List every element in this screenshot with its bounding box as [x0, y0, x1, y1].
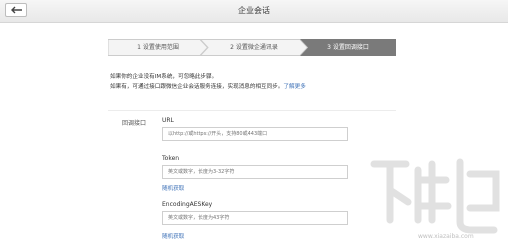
- watermark-logo: www.xiazaiba.com: [368, 150, 504, 244]
- info-line-2-wrap: 如果有，可通过接口跟微信企业会话服务连接，实现消息的相互同步。了解更多: [110, 82, 306, 92]
- info-text: 如果你的企业没有IM系统，可忽略此步骤。 如果有，可通过接口跟微信企业会话服务连…: [110, 72, 306, 92]
- divider: [108, 110, 396, 111]
- aeskey-random-link[interactable]: 随机获取: [162, 232, 184, 240]
- url-input[interactable]: [162, 127, 348, 141]
- token-random-link[interactable]: 随机获取: [162, 184, 184, 192]
- page-title: 企业会话: [238, 6, 270, 15]
- top-bar: 企业会话: [0, 0, 508, 23]
- learn-more-link[interactable]: 了解更多: [283, 84, 305, 90]
- info-line-1: 如果你的企业没有IM系统，可忽略此步骤。: [110, 74, 218, 80]
- info-line-2: 如果有，可通过接口跟微信企业会话服务连接，实现消息的相互同步。: [110, 84, 284, 90]
- step-3-label: 3 设置回调接口: [327, 44, 369, 51]
- aeskey-input[interactable]: [162, 211, 348, 225]
- url-label: URL: [162, 117, 174, 124]
- token-label: Token: [162, 155, 180, 162]
- svg-text:www.xiazaiba.com: www.xiazaiba.com: [418, 233, 474, 240]
- step-progress: 1 设置使用范围 2 设置微企通讯录 3 设置回调接口: [108, 39, 396, 56]
- step-3[interactable]: 3 设置回调接口: [300, 39, 396, 56]
- step-2-label: 2 设置微企通讯录: [230, 44, 278, 51]
- token-input[interactable]: [162, 165, 348, 179]
- step-1-label: 1 设置使用范围: [137, 44, 179, 51]
- watermark-logo-graphic: www.xiazaiba.com: [370, 158, 500, 240]
- aeskey-label: EncodingAESKey: [162, 201, 213, 208]
- callback-section-label: 回调接口: [122, 120, 147, 127]
- step-2[interactable]: 2 设置微企通讯录: [200, 39, 308, 56]
- step-1[interactable]: 1 设置使用范围: [108, 39, 208, 56]
